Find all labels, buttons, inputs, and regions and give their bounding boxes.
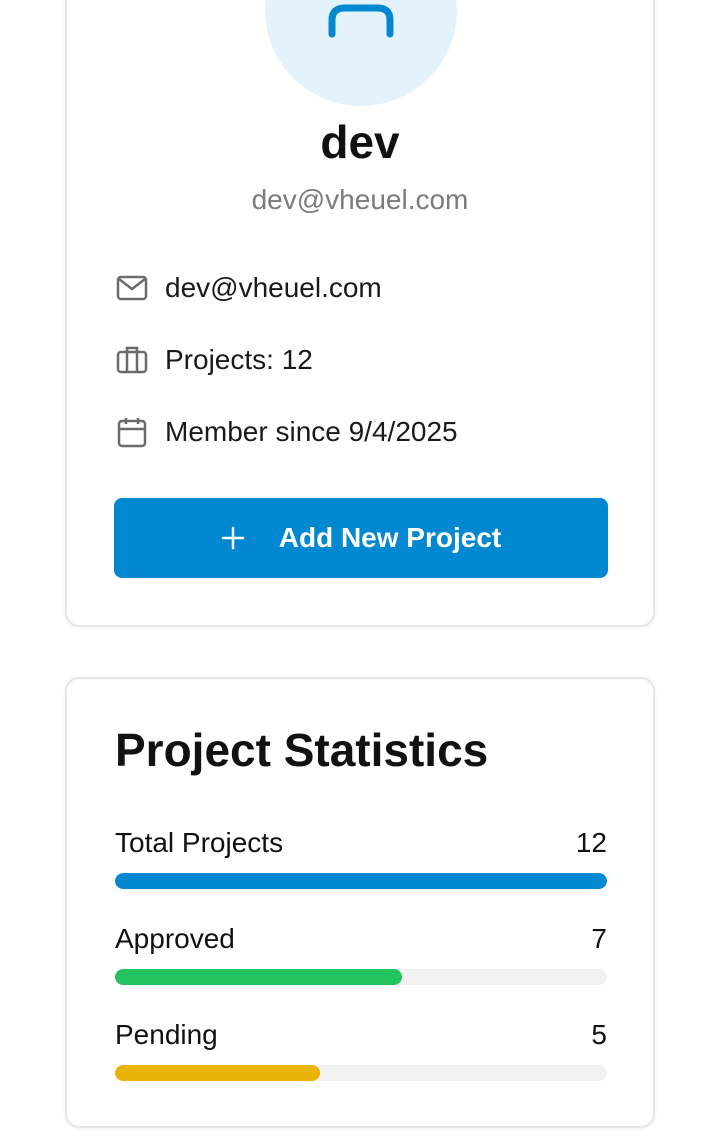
info-row-email: dev@vheuel.com xyxy=(115,268,382,308)
info-email-text: dev@vheuel.com xyxy=(165,272,382,303)
mail-icon xyxy=(115,271,149,305)
progress-fill xyxy=(115,969,402,985)
stat-pending: Pending 5 xyxy=(115,1015,607,1081)
stat-label: Pending xyxy=(115,1019,218,1050)
avatar xyxy=(265,0,457,106)
progress-track xyxy=(115,969,607,985)
stat-value: 12 xyxy=(575,827,607,858)
stats-title: Project Statistics xyxy=(115,724,489,776)
progress-track xyxy=(115,873,607,889)
progress-track xyxy=(115,1065,607,1081)
stat-approved: Approved 7 xyxy=(115,919,607,985)
profile-email: dev@vheuel.com xyxy=(251,184,469,215)
stat-total-projects: Total Projects 12 xyxy=(115,823,607,889)
profile-card: dev dev@vheuel.com dev@vheuel.com Projec… xyxy=(65,0,655,627)
user-icon xyxy=(328,4,394,38)
stat-label: Total Projects xyxy=(115,827,284,858)
profile-name: dev xyxy=(320,116,400,168)
stat-value: 5 xyxy=(591,1019,607,1050)
add-new-project-button[interactable]: Add New Project xyxy=(114,498,608,578)
info-projects-text: Projects: 12 xyxy=(165,344,313,375)
plus-icon xyxy=(221,526,245,550)
calendar-icon xyxy=(115,415,149,449)
progress-fill xyxy=(115,1065,321,1081)
progress-fill xyxy=(115,873,607,889)
project-statistics-card: Project Statistics Total Projects 12 App… xyxy=(65,677,655,1128)
info-row-member-since: Member since 9/4/2025 xyxy=(115,412,458,452)
stat-label: Approved xyxy=(115,923,235,954)
stat-value: 7 xyxy=(591,923,607,954)
info-member-since-text: Member since 9/4/2025 xyxy=(165,416,458,447)
add-new-project-label: Add New Project xyxy=(278,522,502,553)
briefcase-icon xyxy=(115,343,149,377)
info-row-projects: Projects: 12 xyxy=(115,340,313,380)
